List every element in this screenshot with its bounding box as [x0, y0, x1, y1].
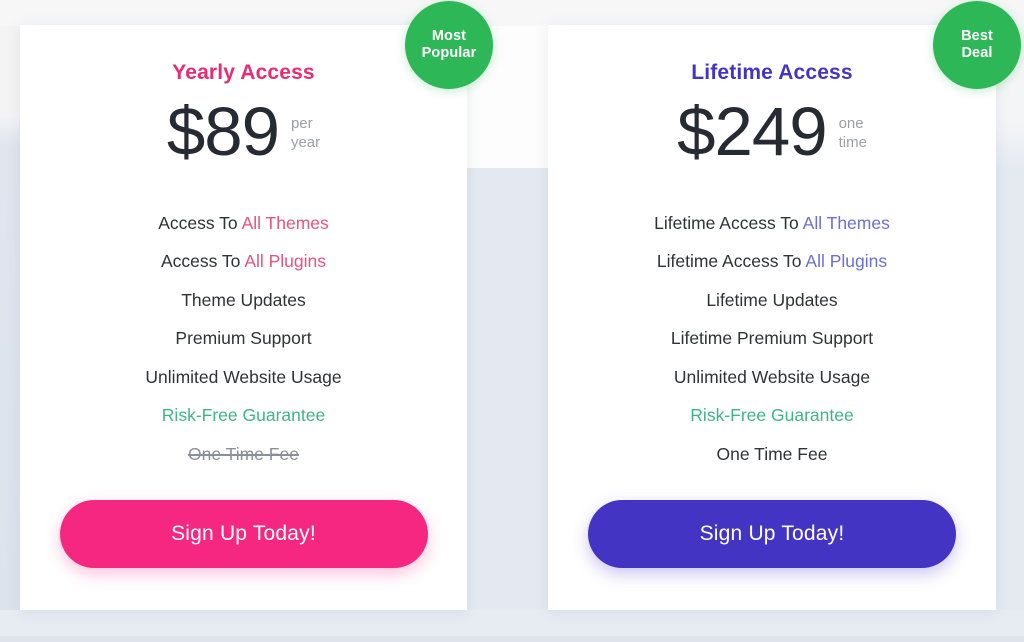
signup-button-lifetime[interactable]: Sign Up Today! — [588, 499, 956, 568]
price-period-line2: time — [838, 133, 867, 151]
price-block-yearly: $89 per year — [167, 97, 320, 166]
feature-highlight: All Plugins — [244, 251, 327, 271]
signup-button-yearly[interactable]: Sign Up Today! — [59, 499, 428, 568]
feature-text: Lifetime Premium Support — [670, 328, 874, 348]
feature-item: Access To All Themes — [158, 204, 329, 243]
feature-highlight: All Plugins — [805, 251, 888, 271]
feature-item: Unlimited Website Usage — [674, 358, 870, 397]
price-amount-yearly: $89 — [166, 93, 280, 170]
plan-title-yearly: Yearly Access — [172, 61, 315, 84]
feature-item: Lifetime Access To All Themes — [654, 204, 890, 243]
feature-text: Risk-Free Guarantee — [690, 405, 854, 425]
background-left-rail — [0, 26, 20, 610]
feature-text: Lifetime Access To — [656, 251, 806, 271]
feature-item: One Time Fee — [188, 435, 299, 474]
feature-item: Premium Support — [175, 320, 311, 359]
badge-best-deal: Best Deal — [933, 1, 1021, 89]
price-period-line2: year — [290, 133, 321, 151]
feature-highlight: All Themes — [241, 212, 329, 233]
price-period-line1: one — [838, 115, 864, 132]
price-period-lifetime: one time — [839, 115, 867, 153]
feature-list-lifetime: Lifetime Access To All Themes Lifetime Ac… — [548, 204, 996, 474]
background-right-rail — [996, 0, 1024, 642]
feature-item: One Time Fee — [717, 435, 828, 474]
pricing-card-lifetime: Lifetime Access $249 one time Lifetime A… — [548, 25, 996, 610]
feature-item: Risk-Free Guarantee — [162, 397, 325, 436]
feature-text: Risk-Free Guarantee — [161, 405, 326, 425]
feature-item: Lifetime Updates — [706, 281, 837, 320]
pricing-card-yearly: Yearly Access $89 per year Access To All… — [20, 25, 467, 610]
feature-text: Premium Support — [175, 328, 312, 348]
background-top-strip — [0, 0, 1024, 26]
feature-text: Lifetime Access To — [654, 212, 803, 233]
feature-text: Access To — [158, 212, 242, 233]
badge-line-2: Popular — [421, 45, 477, 61]
feature-item: Risk-Free Guarantee — [690, 397, 853, 436]
feature-list-yearly: Access To All Themes Access To All Plugin… — [20, 204, 467, 474]
feature-text: One Time Fee — [188, 443, 299, 464]
price-block-lifetime: $249 one time — [677, 97, 867, 166]
feature-item: Access To All Plugins — [161, 243, 326, 282]
feature-text: Theme Updates — [181, 289, 306, 310]
feature-item: Unlimited Website Usage — [145, 358, 341, 397]
plan-title-lifetime: Lifetime Access — [691, 61, 853, 84]
badge-line-1: Best — [961, 27, 993, 44]
badge-most-popular: Most Popular — [405, 1, 493, 89]
feature-text: Unlimited Website Usage — [673, 366, 871, 387]
price-period-yearly: per year — [291, 115, 320, 153]
feature-item: Theme Updates — [181, 281, 306, 320]
badge-line-2: Deal — [961, 45, 993, 61]
badge-line-1: Most — [431, 27, 467, 44]
feature-text: Access To — [160, 251, 245, 271]
feature-highlight: All Themes — [802, 212, 890, 233]
background-bottom-edge — [0, 636, 1024, 642]
feature-text: Unlimited Website Usage — [145, 366, 342, 387]
feature-item: Lifetime Access To All Plugins — [657, 243, 887, 282]
feature-text: One Time Fee — [716, 443, 828, 464]
feature-item: Lifetime Premium Support — [671, 320, 873, 359]
price-amount-lifetime: $249 — [677, 93, 827, 170]
price-period-line1: per — [290, 115, 313, 132]
feature-text: Lifetime Updates — [706, 289, 838, 310]
